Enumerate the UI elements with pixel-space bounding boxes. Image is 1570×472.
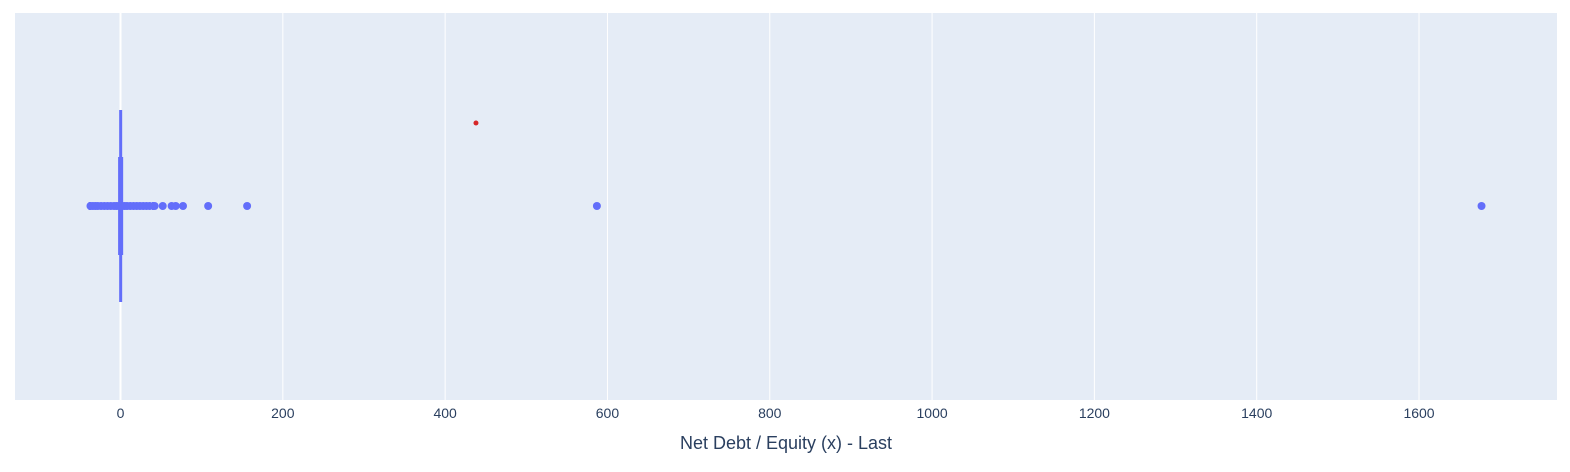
x-tick-label: 1000	[917, 405, 948, 421]
x-axis-title: Net Debt / Equity (x) - Last	[680, 433, 892, 453]
x-tick-label: 1200	[1079, 405, 1110, 421]
x-tick-label: 600	[596, 405, 620, 421]
box-plot-chart: 0 200 400 600 800 1000 1200 1400 1600 Net Debt /…	[15, 13, 1557, 453]
outlier-point	[158, 202, 167, 210]
x-tick-label: 1600	[1403, 405, 1434, 421]
outlier-point	[243, 202, 252, 210]
x-tick-labels: 0 200 400 600 800 1000 1200 1400 1600	[117, 405, 1435, 421]
marked-point	[473, 120, 479, 126]
outlier-point	[150, 202, 159, 210]
x-tick-label: 0	[117, 405, 125, 421]
outlier-point	[171, 202, 180, 210]
x-tick-label: 400	[433, 405, 457, 421]
outlier-point	[592, 202, 601, 210]
outlier-point	[178, 202, 187, 210]
x-tick-label: 200	[271, 405, 295, 421]
x-tick-label: 1400	[1241, 405, 1272, 421]
outlier-point	[1477, 202, 1486, 210]
x-tick-label: 800	[758, 405, 782, 421]
outlier-point	[204, 202, 213, 210]
